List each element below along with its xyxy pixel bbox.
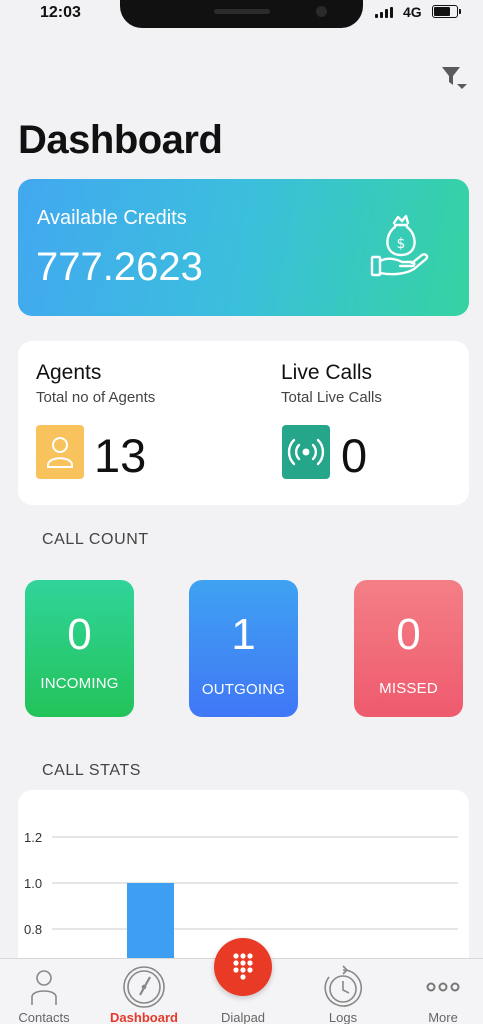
- tab-contacts-label: Contacts: [18, 1010, 70, 1024]
- tab-logs-label: Logs: [328, 1010, 358, 1024]
- tab-logs[interactable]: Logs: [295, 959, 391, 1024]
- live-calls-value: 0: [341, 429, 368, 482]
- tab-more-label: More: [428, 1010, 458, 1024]
- filter-icon: [442, 67, 467, 89]
- battery-level: [434, 7, 450, 16]
- dialpad-icon: [233, 953, 253, 980]
- missed-tile[interactable]: 0 MISSED: [354, 580, 463, 717]
- chart-y-tick-label: 1.0: [24, 876, 42, 891]
- agents-subtitle: Total no of Agents: [36, 389, 156, 406]
- incoming-count: 0: [67, 610, 92, 659]
- tab-dashboard[interactable]: Dashboard: [96, 959, 192, 1024]
- chart-y-tick-label: 0.8: [24, 922, 42, 937]
- logs-clock-icon: [324, 965, 363, 1007]
- live-calls-subtitle: Total Live Calls: [281, 389, 382, 406]
- agents-block[interactable]: Agents Total no of Agents 13: [36, 341, 236, 505]
- credits-value: 777.2623: [36, 245, 203, 289]
- signal-icon: [375, 7, 393, 18]
- notch-speaker: [214, 9, 270, 14]
- tab-dialpad-label: Dialpad: [220, 1010, 266, 1024]
- filter-button[interactable]: [440, 64, 470, 92]
- money-bag-hand-icon: $: [370, 214, 429, 277]
- contacts-icon: [31, 970, 57, 1005]
- credits-card[interactable]: Available Credits 777.2623 $: [18, 179, 469, 316]
- outgoing-tile[interactable]: 1 OUTGOING: [189, 580, 298, 717]
- credits-label: Available Credits: [37, 207, 187, 229]
- notch-camera: [316, 6, 327, 17]
- call-count-title: CALL COUNT: [42, 531, 149, 548]
- call-stats-title: CALL STATS: [42, 762, 142, 779]
- dialpad-button[interactable]: [214, 938, 272, 996]
- stats-card: Agents Total no of Agents 13 Live Calls …: [18, 341, 469, 505]
- outgoing-count: 1: [231, 610, 256, 659]
- incoming-label: INCOMING: [40, 675, 119, 692]
- dashboard-gauge-icon: [123, 966, 165, 1008]
- incoming-tile[interactable]: 0 INCOMING: [25, 580, 134, 717]
- page-title: Dashboard: [18, 118, 223, 162]
- network-type: 4G: [403, 4, 422, 20]
- outgoing-label: OUTGOING: [201, 681, 286, 698]
- chart-y-tick-label: 1.2: [24, 830, 42, 845]
- live-calls-title: Live Calls: [281, 361, 373, 384]
- missed-label: MISSED: [379, 680, 438, 697]
- tab-contacts[interactable]: Contacts: [0, 959, 92, 1024]
- device-notch: [120, 0, 363, 28]
- person-icon: [36, 425, 84, 479]
- tab-dashboard-label: Dashboard: [110, 1010, 178, 1024]
- svg-text:$: $: [397, 236, 406, 252]
- agents-title: Agents: [36, 361, 102, 384]
- agents-value: 13: [94, 429, 147, 482]
- missed-count: 0: [396, 610, 421, 659]
- tab-more[interactable]: More: [395, 959, 483, 1024]
- status-bar: 12:03 4G: [0, 0, 483, 30]
- battery-icon: [432, 5, 461, 18]
- status-time: 12:03: [40, 4, 81, 21]
- live-calls-block[interactable]: Live Calls Total Live Calls 0: [281, 341, 461, 505]
- more-dots-icon: [426, 982, 460, 992]
- broadcast-icon: [282, 425, 330, 479]
